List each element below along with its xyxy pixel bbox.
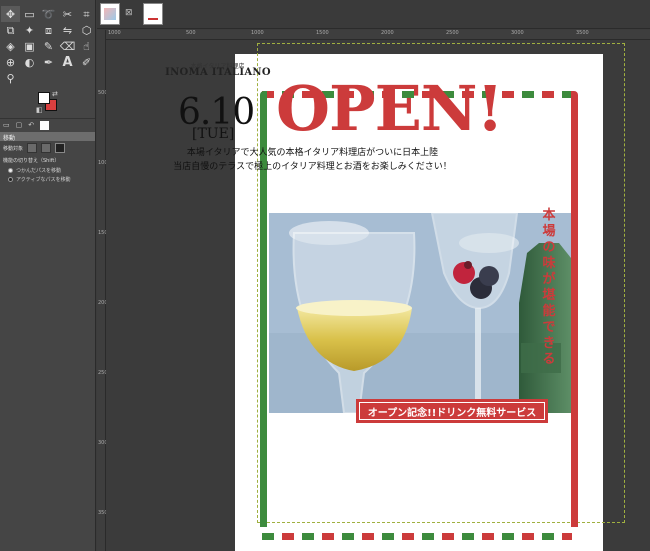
- ruler-tick-label: 500: [186, 30, 196, 36]
- swap-colors-icon[interactable]: ⇄: [52, 90, 58, 98]
- thumbnail-mark: [148, 18, 158, 20]
- zoom-icon[interactable]: ⚲: [1, 70, 20, 86]
- clone-icon[interactable]: ⊕: [1, 54, 20, 70]
- smudge-icon[interactable]: ☝: [77, 38, 96, 54]
- crop-icon[interactable]: ⌗: [77, 6, 96, 22]
- gradient-icon[interactable]: ▣: [20, 38, 39, 54]
- ruler-tick-label: 2500: [446, 30, 459, 36]
- vertical-ruler[interactable]: 500 1000 1500 2000 2500 3000 3500: [97, 30, 111, 551]
- path-target-button[interactable]: [55, 143, 66, 153]
- flip-icon[interactable]: ⇋: [58, 22, 77, 38]
- drinks-photo: [269, 213, 571, 413]
- text-icon[interactable]: A: [58, 54, 77, 70]
- ruler-tick-label: 1000: [251, 30, 264, 36]
- color-picker-icon[interactable]: ✐: [77, 54, 96, 70]
- ruler-tick-label: 1500: [316, 30, 329, 36]
- warp-icon[interactable]: ✦: [20, 22, 39, 38]
- drinks-illustration: [269, 213, 571, 413]
- paintbrush-icon[interactable]: ✎: [39, 38, 58, 54]
- radio-pick-path-label: つかんだパスを移動: [16, 168, 62, 174]
- foreground-color-swatch[interactable]: [38, 92, 50, 104]
- move-target-row: 移動対象: [0, 141, 95, 155]
- intro-line-1: 本場イタリアで大人気の本格イタリア料理店がついに日本上陸: [186, 148, 439, 158]
- radio-pick-path[interactable]: つかんだパスを移動: [0, 166, 95, 175]
- tool-options-title: 移動: [0, 132, 95, 142]
- ruler-tick-label: 3000: [511, 30, 524, 36]
- toggle-row: 機能の切り替え（Shift）: [0, 155, 95, 166]
- layer-target-button[interactable]: [27, 143, 38, 153]
- rect-select-icon[interactable]: ▭: [20, 6, 39, 22]
- reset-colors-icon[interactable]: ◧: [36, 106, 43, 114]
- radio-active-path-label: アクティブなパスを移動: [16, 177, 71, 183]
- perspective-icon[interactable]: ⧈: [39, 22, 58, 38]
- color-swatches: ⇄ ◧: [0, 90, 95, 118]
- thumbnail-preview: [104, 8, 116, 20]
- lasso-icon[interactable]: ➰: [39, 6, 58, 22]
- undo-history-tab-icon[interactable]: ↶: [28, 121, 34, 130]
- day-of-week: [TUE]: [192, 126, 235, 142]
- image-tab-thumbnail-poster[interactable]: [100, 3, 120, 25]
- horizontal-ruler[interactable]: 1000 500 1000 1500 2000 2500 3000 3500: [106, 30, 650, 40]
- tool-options-tab-icon[interactable]: ▭: [3, 121, 10, 130]
- dock-tabs: ▭ ▢ ↶: [0, 118, 95, 132]
- cage-icon[interactable]: ⬡: [77, 22, 96, 38]
- close-tab-icon[interactable]: ⊠: [125, 8, 133, 18]
- promo-banner: オープン記念!!ドリンク無料サービス: [356, 399, 548, 423]
- ruler-tick-label: 3500: [576, 30, 589, 36]
- move-target-label: 移動対象: [3, 145, 24, 152]
- move-icon[interactable]: ✥: [1, 6, 20, 22]
- gimp-window: ✥ ▭ ➰ ✂ ⌗ ⧉ ✦ ⧈ ⇋ ⬡ ◈ ▣ ✎ ⌫ ☝ ⊕ ◐ ✒ A ✐ …: [0, 0, 650, 551]
- radio-active-path[interactable]: アクティブなパスを移動: [0, 175, 95, 184]
- ruler-tick-label: 2000: [381, 30, 394, 36]
- image-tab-strip: ⊠: [97, 0, 650, 29]
- scissors-icon[interactable]: ✂: [58, 6, 77, 22]
- shop-name: INOMA ITALIANO: [165, 67, 271, 78]
- bottom-tricolor-stripe: [262, 533, 572, 540]
- bucket-fill-icon[interactable]: ◈: [1, 38, 20, 54]
- right-red-bar: [571, 91, 578, 527]
- radio-pick-path-dot[interactable]: [8, 168, 13, 173]
- selection-target-button[interactable]: [41, 143, 52, 153]
- eraser-icon[interactable]: ⌫: [58, 38, 77, 54]
- open-headline: OPEN!: [276, 72, 504, 145]
- tool-grid: ✥ ▭ ➰ ✂ ⌗ ⧉ ✦ ⧈ ⇋ ⬡ ◈ ▣ ✎ ⌫ ☝ ⊕ ◐ ✒ A ✐ …: [0, 0, 95, 86]
- radio-active-path-dot[interactable]: [8, 177, 13, 182]
- intro-line-2: 当店自慢のテラスで極上のイタリア料理とお酒をお楽しみください！: [173, 162, 452, 172]
- image-tab-thumbnail-blank[interactable]: [143, 3, 163, 25]
- dodge-icon[interactable]: ◐: [20, 54, 39, 70]
- device-status-tab-icon[interactable]: ▢: [16, 121, 23, 130]
- unified-transform-icon[interactable]: ⧉: [1, 22, 20, 38]
- ruler-tick-label: 1000: [108, 30, 121, 36]
- tagline-vertical: 本場の味が堪能できる: [542, 208, 556, 367]
- toggle-label: 機能の切り替え（Shift）: [3, 158, 60, 164]
- images-tab-icon[interactable]: [40, 121, 50, 130]
- toolbox-panel: ✥ ▭ ➰ ✂ ⌗ ⧉ ✦ ⧈ ⇋ ⬡ ◈ ▣ ✎ ⌫ ☝ ⊕ ◐ ✒ A ✐ …: [0, 0, 96, 551]
- path-icon[interactable]: ✒: [39, 54, 58, 70]
